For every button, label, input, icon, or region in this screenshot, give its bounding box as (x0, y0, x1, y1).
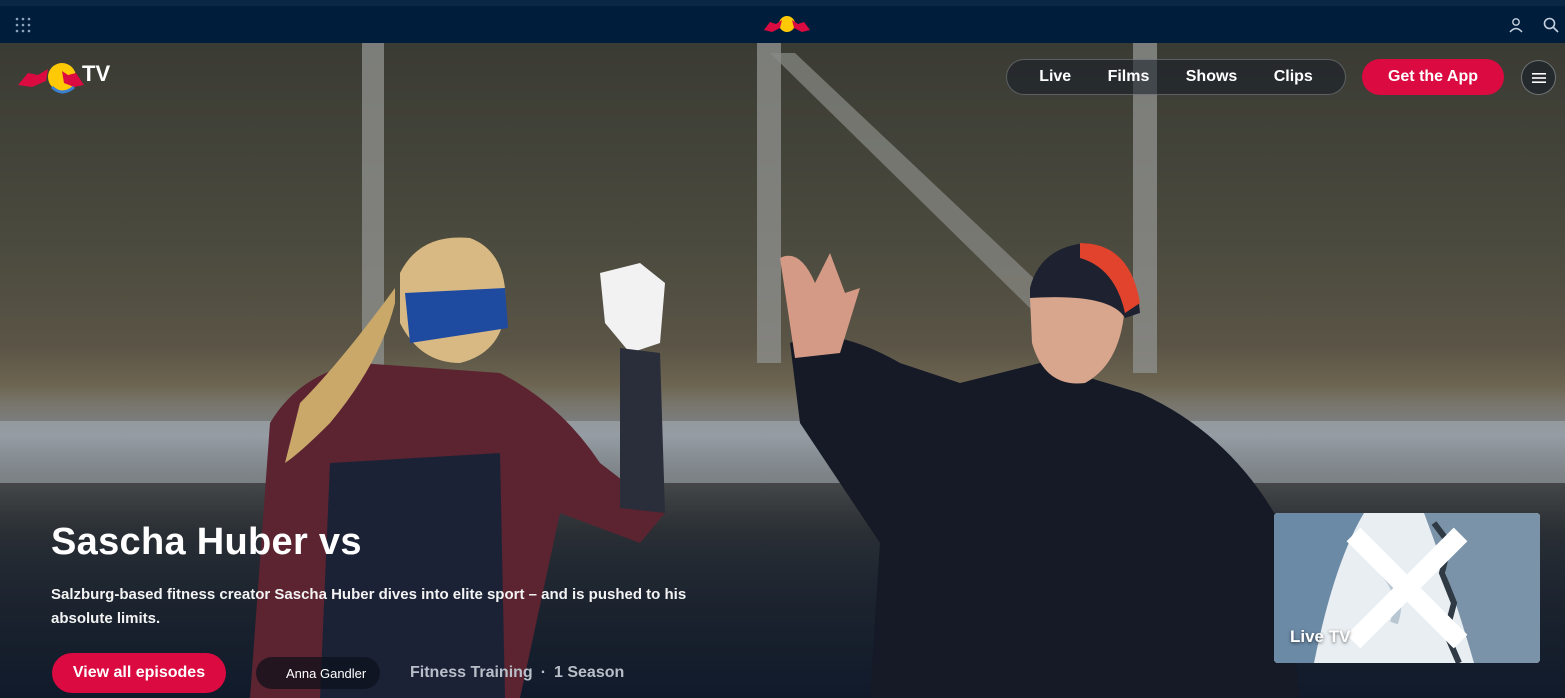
menu-button[interactable] (1521, 60, 1556, 95)
athlete-name: Anna Gandler (286, 665, 367, 681)
grid-icon[interactable] (14, 16, 32, 34)
user-icon[interactable] (1507, 16, 1525, 34)
live-tv-mini-player[interactable]: Live TV (1274, 513, 1540, 663)
nav-live[interactable]: Live (1039, 68, 1071, 86)
red-bull-tv-logo[interactable]: TV (18, 57, 110, 97)
tv-logo-text: TV (82, 61, 110, 86)
show-seasons: 1 Season (554, 664, 625, 681)
get-the-app-button[interactable]: Get the App (1362, 59, 1504, 95)
hero-banner: TV Live Films Shows Clips Get the App Sa… (0, 43, 1565, 698)
nav-shows[interactable]: Shows (1186, 68, 1238, 86)
live-tv-label: Live TV (1290, 627, 1351, 646)
red-bull-logo[interactable] (762, 12, 812, 38)
view-all-episodes-button[interactable]: View all episodes (52, 653, 226, 693)
show-meta: Fitness Training · 1 Season (410, 664, 624, 682)
top-brand-bar (0, 0, 1565, 43)
main-nav: Live Films Shows Clips (1006, 59, 1346, 95)
featured-athlete-chip[interactable]: Anna Gandler (256, 657, 381, 689)
meta-separator: · (540, 664, 547, 681)
nav-clips[interactable]: Clips (1274, 68, 1313, 86)
hero-title: Sascha Huber vs (51, 521, 362, 563)
nav-films[interactable]: Films (1108, 68, 1150, 86)
hamburger-icon (1531, 72, 1546, 83)
search-icon[interactable] (1542, 16, 1560, 34)
hero-description: Salzburg-based fitness creator Sascha Hu… (51, 586, 687, 627)
show-category: Fitness Training (410, 664, 533, 681)
